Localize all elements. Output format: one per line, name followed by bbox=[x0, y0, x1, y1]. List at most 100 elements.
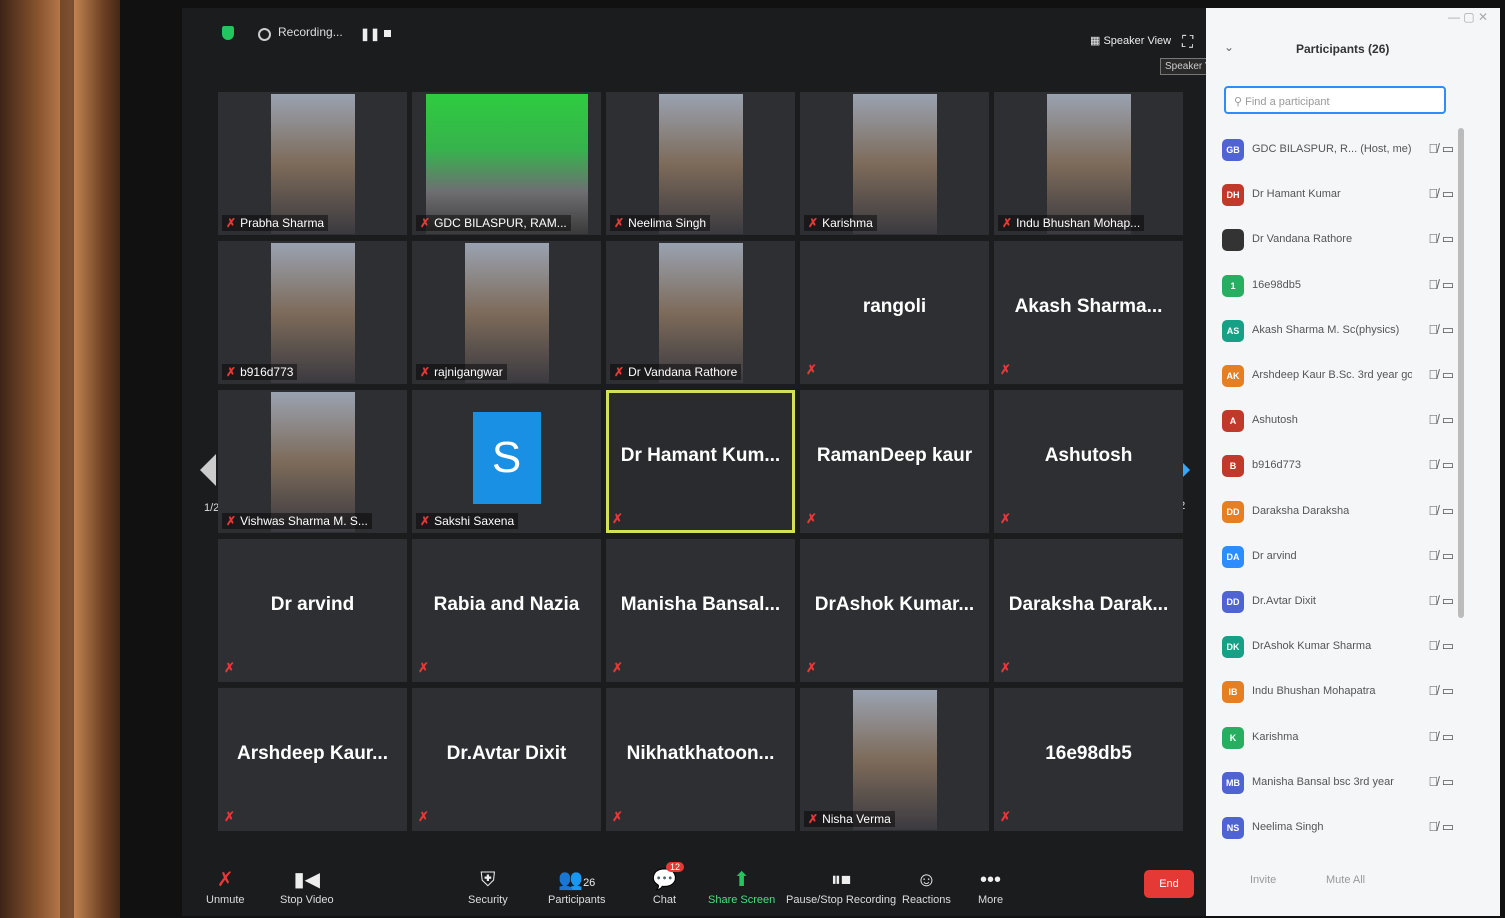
mic-muted-icon: ✗ bbox=[612, 511, 623, 526]
participant-row[interactable]: GB GDC BILASPUR, R... (Host, me) 🎙̸ ▭ bbox=[1222, 132, 1462, 170]
participants-panel: ⌄ Participants (26) — ▢ ✕ ⚲ Find a parti… bbox=[1206, 8, 1500, 916]
mic-muted-icon: ✗ bbox=[420, 514, 431, 528]
participant-label: ✗ Nisha Verma bbox=[804, 811, 895, 827]
participant-tile[interactable]: ✗ Vishwas Sharma M. S... bbox=[218, 390, 407, 533]
participant-tile[interactable]: ✗ Prabha Sharma bbox=[218, 92, 407, 235]
window-controls[interactable]: — ▢ ✕ bbox=[1448, 10, 1488, 24]
participant-tile[interactable]: RamanDeep kaur ✗ bbox=[800, 390, 989, 533]
participant-row[interactable]: Bb916d773 🎙̸ ▭ bbox=[1222, 448, 1462, 486]
participant-tile[interactable]: ✗ Karishma bbox=[800, 92, 989, 235]
participant-tile[interactable]: Rabia and Nazia ✗ bbox=[412, 539, 601, 682]
mic-video-status-icon: 🎙̸ ▭ bbox=[1428, 728, 1454, 744]
participant-tile[interactable]: Dr Hamant Kum... ✗ bbox=[606, 390, 795, 533]
participant-row[interactable]: IB Indu Bhushan Mohapatra 🎙̸ ▭ bbox=[1222, 674, 1462, 712]
participants-button[interactable]: 👥26 Participants bbox=[548, 866, 605, 906]
share-screen-button[interactable]: ⬆ Share Screen bbox=[708, 866, 775, 906]
participant-row[interactable]: AK Arshdeep Kaur B.Sc. 3rd year gov... 🎙̸ … bbox=[1222, 358, 1462, 396]
participant-row[interactable]: MB Manisha Bansal bsc 3rd year 🎙̸ ▭ bbox=[1222, 765, 1462, 803]
share-screen-label: Share Screen bbox=[708, 894, 776, 906]
unmute-label: Unmute bbox=[206, 894, 245, 906]
prev-page-arrow-icon[interactable] bbox=[200, 454, 216, 486]
participant-row[interactable]: DD Dr.Avtar Dixit 🎙̸ ▭ bbox=[1222, 584, 1462, 622]
participant-video bbox=[852, 94, 937, 234]
mic-muted-icon: ✗ bbox=[224, 660, 235, 675]
pause-recording-button[interactable]: ❚❚ bbox=[360, 27, 380, 41]
participant-tile[interactable]: ✗ Neelima Singh bbox=[606, 92, 795, 235]
participant-tile[interactable]: Nikhatkhatoon... ✗ bbox=[606, 688, 795, 831]
participant-list-scrollbar[interactable] bbox=[1458, 128, 1464, 618]
stop-video-button[interactable]: ▮◀ Stop Video bbox=[280, 866, 334, 906]
participant-avatar: A bbox=[1222, 410, 1244, 433]
stop-recording-button[interactable] bbox=[384, 30, 391, 37]
participant-name: Dr Hamant Kumar bbox=[1252, 188, 1341, 201]
participant-tile[interactable]: Dr.Avtar Dixit ✗ bbox=[412, 688, 601, 831]
participant-row[interactable]: DD Daraksha Daraksha 🎙̸ ▭ bbox=[1222, 494, 1462, 532]
chat-button[interactable]: 💬 12 Chat bbox=[652, 862, 685, 906]
mic-muted-icon: ✗ bbox=[1002, 216, 1013, 230]
participant-video bbox=[1046, 94, 1131, 234]
participant-row[interactable]: Dr Vandana Rathore 🎙̸ ▭ bbox=[1222, 222, 1462, 260]
more-button[interactable]: ••• More bbox=[978, 866, 1003, 906]
participant-video bbox=[852, 690, 937, 830]
pause-stop-recording-button[interactable]: ⏸⏹ Pause/Stop Recording bbox=[786, 866, 896, 906]
security-label: Security bbox=[468, 894, 508, 906]
participant-row[interactable]: NS Neelima Singh 🎙̸ ▭ bbox=[1222, 810, 1462, 848]
participant-name: Daraksha Daraksha bbox=[1252, 504, 1350, 517]
participant-row[interactable]: AS Akash Sharma M. Sc(physics) 🎙̸ ▭ bbox=[1222, 313, 1462, 351]
unmute-button[interactable]: ✗ Unmute bbox=[206, 866, 245, 906]
participant-search-input[interactable]: ⚲ Find a participant bbox=[1224, 86, 1446, 114]
speaker-view-button[interactable]: ▦ Speaker View bbox=[1090, 34, 1171, 47]
participant-tile[interactable]: rangoli ✗ bbox=[800, 241, 989, 384]
participant-tile[interactable]: Ashutosh ✗ bbox=[994, 390, 1183, 533]
participant-name: Manisha Bansal bsc 3rd year bbox=[1252, 775, 1394, 788]
participant-tile[interactable]: 16e98db5 ✗ bbox=[994, 688, 1183, 831]
mic-muted-icon: ✗ bbox=[420, 365, 431, 379]
wooden-window-frame bbox=[0, 0, 130, 918]
participant-label-text: Prabha Sharma bbox=[240, 216, 325, 230]
recording-icon bbox=[258, 28, 271, 41]
mic-muted-icon: ✗ bbox=[418, 660, 429, 675]
participant-row[interactable]: DH Dr Hamant Kumar 🎙̸ ▭ bbox=[1222, 177, 1462, 215]
mute-all-button[interactable]: Mute All bbox=[1326, 874, 1365, 886]
participant-tile[interactable]: Arshdeep Kaur... ✗ bbox=[218, 688, 407, 831]
participant-name: Dr.Avtar Dixit bbox=[1252, 595, 1316, 607]
mic-video-status-icon: 🎙̸ ▭ bbox=[1428, 502, 1454, 518]
participant-tile[interactable]: Daraksha Darak... ✗ bbox=[994, 539, 1183, 682]
reactions-label: Reactions bbox=[902, 894, 951, 906]
participant-name: Dr arvind bbox=[270, 594, 355, 615]
reactions-button[interactable]: ☺ Reactions bbox=[902, 866, 951, 906]
participant-row[interactable]: DA Dr arvind 🎙̸ ▭ bbox=[1222, 539, 1462, 577]
participant-avatar: GB bbox=[1222, 139, 1244, 161]
participant-tile[interactable]: ✗ GDC BILASPUR, RAM... bbox=[412, 92, 601, 235]
mic-muted-icon: ✗ bbox=[224, 809, 235, 824]
chevron-down-icon[interactable]: ⌄ bbox=[1224, 40, 1234, 54]
chat-badge: 12 bbox=[666, 862, 685, 872]
participant-row[interactable]: DK DrAshok Kumar Sharma 🎙̸ ▭ bbox=[1222, 629, 1462, 667]
fullscreen-icon[interactable]: ⛶ bbox=[1182, 34, 1193, 52]
participant-tile[interactable]: Manisha Bansal... ✗ bbox=[606, 539, 795, 682]
participant-avatar: DA bbox=[1222, 545, 1244, 568]
participant-tile[interactable]: S ✗ Sakshi Saxena bbox=[412, 390, 601, 533]
mic-video-status-icon: 🎙̸ ▭ bbox=[1428, 186, 1454, 202]
participant-tile[interactable]: Dr arvind ✗ bbox=[218, 539, 407, 682]
participant-name: Neelima Singh bbox=[1252, 821, 1324, 833]
participant-tile[interactable]: DrAshok Kumar... ✗ bbox=[800, 539, 989, 682]
participant-tile[interactable]: ✗ Indu Bhushan Mohap... bbox=[994, 92, 1183, 235]
mic-muted-icon: ✗ bbox=[1000, 362, 1011, 377]
participant-tile[interactable]: ✗ Nisha Verma bbox=[800, 688, 989, 831]
participant-tile[interactable]: ✗ rajnigangwar bbox=[412, 241, 601, 384]
participant-name: Akash Sharma... bbox=[1014, 296, 1163, 317]
participant-tile[interactable]: ✗ b916d773 bbox=[218, 241, 407, 384]
participant-label-text: Indu Bhushan Mohap... bbox=[1016, 216, 1141, 230]
security-button[interactable]: ⛨ Security bbox=[468, 866, 508, 906]
participant-tile[interactable]: Akash Sharma... ✗ bbox=[994, 241, 1183, 384]
end-meeting-button[interactable]: End bbox=[1144, 870, 1194, 898]
invite-button[interactable]: Invite bbox=[1250, 874, 1276, 886]
participant-tile[interactable]: ✗ Dr Vandana Rathore bbox=[606, 241, 795, 384]
participant-row[interactable]: 1 16e98db5 🎙̸ ▭ bbox=[1222, 268, 1462, 306]
participant-row[interactable]: A Ashutosh 🎙̸ ▭ bbox=[1222, 403, 1462, 441]
participant-row[interactable]: K Karishma 🎙̸ ▭ bbox=[1222, 720, 1462, 758]
participants-title: Participants (26) bbox=[1296, 42, 1390, 56]
mic-muted-icon: ✗ bbox=[806, 660, 817, 675]
mic-video-status-icon: 🎙̸ ▭ bbox=[1428, 231, 1454, 247]
